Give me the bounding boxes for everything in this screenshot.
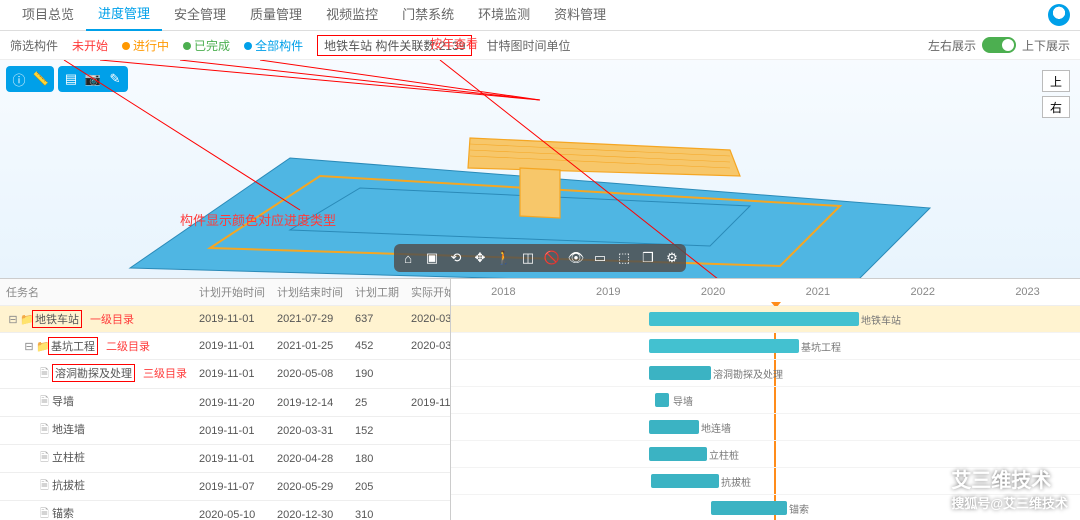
filter-bar: 筛选构件 未开始 进行中 已完成 全部构件 地铁车站 构件关联数:2139 甘特… [0,31,1080,60]
gantt-bar[interactable] [649,312,859,326]
gantt-bar-label: 导墙 [673,393,693,408]
hide-icon[interactable]: 🚫 [540,246,564,270]
layout-switch[interactable] [982,37,1016,53]
nav-item[interactable]: 质量管理 [238,0,314,30]
box-icon[interactable]: ❒ [636,246,660,270]
gantt-bar[interactable] [649,420,699,434]
table-row[interactable]: ⊟📁基坑工程二级目录2019-11-012021-01-254522020-03… [0,333,451,360]
nav-item[interactable]: 环境监测 [466,0,542,30]
gantt-header: 201820192020 202120222023 [451,279,1080,306]
file-icon: 🗎 [40,449,50,468]
gantt-bar[interactable] [649,447,707,461]
status-in-progress[interactable]: 进行中 [122,37,169,54]
nav-item[interactable]: 门禁系统 [390,0,466,30]
settings-icon[interactable]: ⚙ [660,246,684,270]
gantt-bar[interactable] [655,393,669,407]
table-row[interactable]: 🗎锚索2020-05-102020-12-30310＋ [0,501,451,520]
gantt-row: 基坑工程 [451,333,1080,360]
nav-item[interactable]: 进度管理 [86,0,162,31]
view-by-year-label: 按年查看 [430,35,478,52]
section-icon[interactable]: ◫ [516,246,540,270]
avatar-icon[interactable] [1048,4,1070,26]
show-icon[interactable]: 👁 [564,246,588,270]
gantt-bar-label: 地铁车站 [861,312,901,327]
file-icon: 🗎 [40,421,50,440]
gantt-bar-label: 地连墙 [701,420,731,435]
pan-icon[interactable]: ✥ [468,246,492,270]
file-icon: 🗎 [40,365,50,384]
folder-icon: 📁 [20,313,30,326]
orbit-icon[interactable]: ⟲ [444,246,468,270]
gantt-bar-label: 锚索 [789,501,809,516]
gantt-chart[interactable]: 201820192020 202120222023 地铁车站基坑工程溶洞勘探及处… [451,279,1080,520]
gantt-row: 导墙 [451,387,1080,414]
status-all[interactable]: 全部构件 [244,37,303,54]
filter-label: 筛选构件 [10,37,58,54]
status-done[interactable]: 已完成 [183,37,230,54]
gantt-unit-label: 甘特图时间单位 [486,37,570,54]
table-row[interactable]: ⊟📁地铁车站一级目录2019-11-012021-07-296372020-03… [0,306,451,333]
viewer-toolbar-bottom: ⌂ ▣ ⟲ ✥ 🚶 ◫ 🚫 👁 ▭ ⬚ ❒ ⚙ [394,244,686,272]
nav-item[interactable]: 安全管理 [162,0,238,30]
gantt-row: 地连墙 [451,414,1080,441]
task-grid[interactable]: 任务名 计划开始时间计划结束时间 计划工期实际开始时间 实际结束时间实际工期 ＋… [0,279,451,520]
gantt-row: 立柱桩 [451,441,1080,468]
gantt-bar-label: 抗拔桩 [721,474,751,489]
gantt-row: 锚索 [451,495,1080,520]
layout-ud-label: 上下展示 [1022,37,1070,54]
status-not-started[interactable]: 未开始 [72,37,108,54]
folder-icon: 📁 [36,340,46,353]
table-row[interactable]: 🗎立柱桩2019-11-012020-04-28180＋ [0,445,451,473]
gantt-row: 溶洞勘探及处理 [451,360,1080,387]
table-row[interactable]: 🗎导墙2019-11-202019-12-14252019-11-24＋ [0,389,451,417]
nav-item[interactable]: 资料管理 [542,0,618,30]
model-viewer[interactable]: ⓘ 📏 ▤ 📷 ✎ 上 右 构件显示颜色对应进度类型 [0,60,1080,278]
home-icon[interactable]: ⌂ [396,246,420,270]
gantt-bar-label: 基坑工程 [801,339,841,354]
file-icon: 🗎 [40,505,50,520]
gantt-bar[interactable] [651,474,719,488]
top-nav: 项目总览 进度管理 安全管理 质量管理 视频监控 门禁系统 环境监测 资料管理 [0,0,1080,31]
gantt-row: 抗拔桩 [451,468,1080,495]
table-row[interactable]: 🗎地连墙2019-11-012020-03-31152＋ [0,417,451,445]
select-icon[interactable]: ▭ [588,246,612,270]
nav-item[interactable]: 项目总览 [10,0,86,30]
table-header-row: 任务名 计划开始时间计划结束时间 计划工期实际开始时间 实际结束时间实际工期 ＋ [0,279,451,306]
gantt-bar[interactable] [649,339,799,353]
nav-item[interactable]: 视频监控 [314,0,390,30]
fit-icon[interactable]: ▣ [420,246,444,270]
collapse-icon[interactable]: ⊟ [8,313,18,326]
file-icon: 🗎 [40,477,50,496]
gantt-bar[interactable] [649,366,711,380]
layout-lr-label: 左右展示 [928,37,976,54]
status-color-note: 构件显示颜色对应进度类型 [180,210,336,229]
file-icon: 🗎 [40,393,50,412]
gantt-bar-label: 溶洞勘探及处理 [713,366,783,381]
gantt-bar-label: 立柱桩 [709,447,739,462]
walk-icon[interactable]: 🚶 [492,246,516,270]
gantt-row: 地铁车站 [451,306,1080,333]
cube-icon[interactable]: ⬚ [612,246,636,270]
table-row[interactable]: 🗎溶洞勘探及处理三级目录2019-11-012020-05-08190＋ [0,360,451,389]
gantt-bar[interactable] [711,501,787,515]
collapse-icon[interactable]: ⊟ [24,340,34,353]
table-row[interactable]: 🗎抗拔桩2019-11-072020-05-29205＋ [0,473,451,501]
